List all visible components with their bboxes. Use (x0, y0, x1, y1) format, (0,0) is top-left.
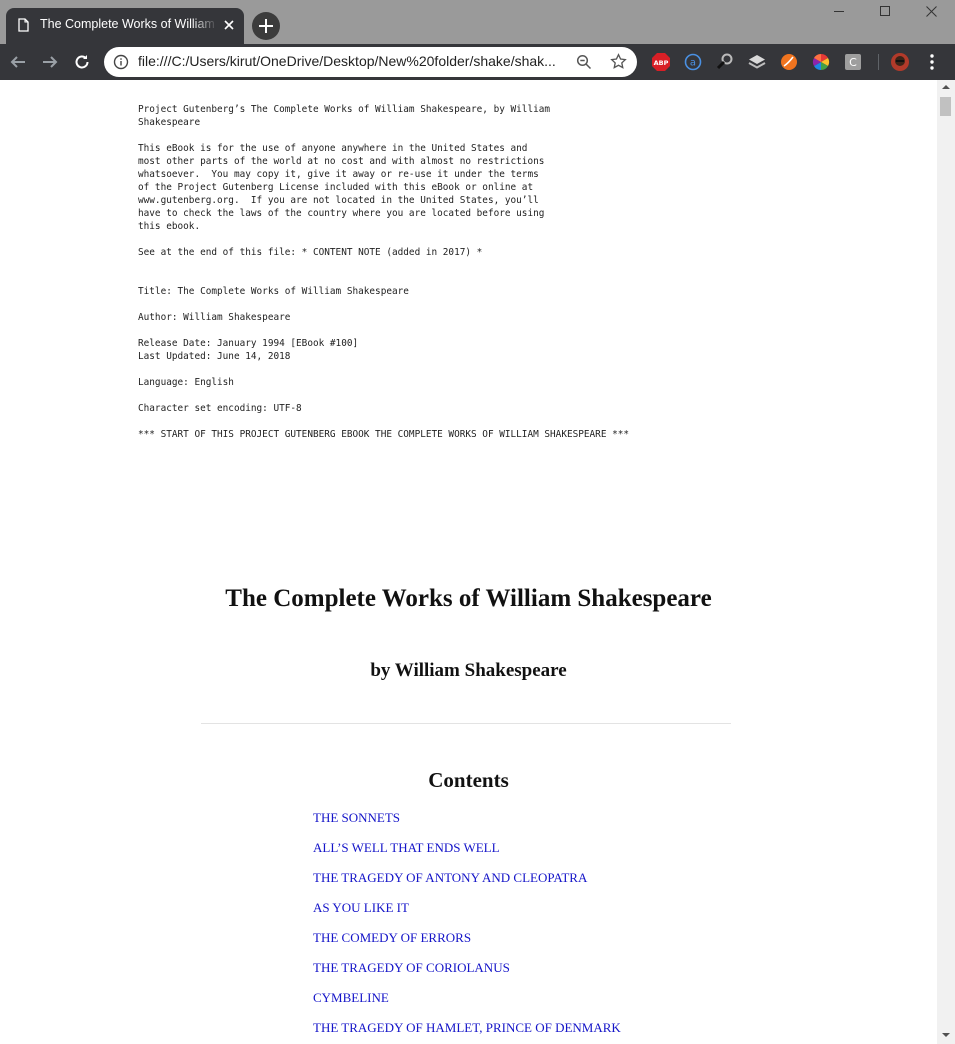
scrollbar-thumb[interactable] (940, 97, 951, 116)
book-byline: by William Shakespeare (370, 660, 567, 681)
info-icon[interactable] (113, 54, 129, 70)
plus-icon (259, 19, 273, 33)
abp-label: ABP (654, 59, 669, 67)
contents-item: THE SONNETS (313, 807, 621, 837)
header-text-line: Release Date: January 1994 [EBook #100] (138, 338, 359, 349)
tab-title: The Complete Works of William Shakespear… (40, 17, 218, 31)
vertical-scrollbar[interactable] (937, 80, 955, 1044)
document-icon (18, 18, 29, 32)
contents-link[interactable]: THE TRAGEDY OF CORIOLANUS (313, 960, 510, 975)
contents-list: THE SONNETS ALL’S WELL THAT ENDS WELL TH… (313, 807, 621, 1044)
close-icon (926, 6, 937, 17)
contents-item: THE TRAGEDY OF ANTONY AND CLEOPATRA (313, 867, 621, 897)
header-text-line: This eBook is for the use of anyone anyw… (138, 143, 528, 154)
toolbar-divider (878, 54, 879, 70)
new-tab-button[interactable] (252, 12, 280, 40)
reload-button[interactable] (70, 50, 94, 74)
zoom-icon[interactable] (576, 54, 592, 70)
minimize-button[interactable] (816, 0, 862, 24)
header-text-line: Author: William Shakespeare (138, 312, 291, 323)
color-wheel-extension-icon[interactable] (811, 52, 831, 72)
header-text-line: this ebook. (138, 221, 201, 232)
contents-link[interactable]: ALL’S WELL THAT ENDS WELL (313, 840, 500, 855)
contents-link[interactable]: THE SONNETS (313, 810, 400, 825)
arrow-left-icon (10, 56, 25, 68)
horizontal-rule (201, 723, 731, 724)
contents-link[interactable]: THE TRAGEDY OF HAMLET, PRINCE OF DENMARK (313, 1020, 621, 1035)
back-button[interactable] (6, 50, 30, 74)
title-bar: The Complete Works of William Shakespear… (0, 0, 955, 44)
arrow-right-icon (43, 56, 58, 68)
header-text-line: Project Gutenberg’s The Complete Works o… (138, 104, 551, 115)
header-text-line: See at the end of this file: * CONTENT N… (138, 247, 483, 258)
orange-circle-extension-icon[interactable] (779, 52, 799, 72)
contents-item: AS YOU LIKE IT (313, 897, 621, 927)
header-text-line: Language: English (138, 377, 234, 388)
contents-link[interactable]: THE COMEDY OF ERRORS (313, 930, 471, 945)
address-bar[interactable]: file:///C:/Users/kirut/OneDrive/Desktop/… (104, 47, 637, 77)
maximize-icon (880, 6, 890, 16)
minimize-icon (834, 11, 844, 12)
contents-heading: Contents (428, 768, 509, 792)
a-circle-label: a (690, 58, 696, 69)
contents-item: THE TRAGEDY OF HAMLET, PRINCE OF DENMARK (313, 1017, 621, 1044)
adblock-plus-icon[interactable]: ABP (651, 52, 671, 72)
forward-button[interactable] (38, 50, 62, 74)
url-text[interactable]: file:///C:/Users/kirut/OneDrive/Desktop/… (138, 53, 568, 71)
header-text-line: of the Project Gutenberg License include… (138, 182, 534, 193)
browser-toolbar: file:///C:/Users/kirut/OneDrive/Desktop/… (0, 44, 955, 80)
contents-link[interactable]: CYMBELINE (313, 990, 389, 1005)
contents-link[interactable]: THE TRAGEDY OF ANTONY AND CLEOPATRA (313, 870, 587, 885)
page-content: Project Gutenberg’s The Complete Works o… (0, 80, 937, 1044)
header-text-line: www.gutenberg.org. If you are not locate… (138, 195, 539, 206)
header-text-line: Last Updated: June 14, 2018 (138, 351, 291, 362)
book-title: The Complete Works of William Shakespear… (225, 585, 712, 612)
scroll-up-arrow-icon[interactable] (937, 80, 955, 94)
contents-item: THE COMEDY OF ERRORS (313, 927, 621, 957)
browser-tab[interactable]: The Complete Works of William Shakespear… (6, 8, 244, 44)
header-text-line: have to check the laws of the country wh… (138, 208, 545, 219)
maximize-button[interactable] (862, 0, 908, 24)
contents-item: ALL’S WELL THAT ENDS WELL (313, 837, 621, 867)
contents-link[interactable]: AS YOU LIKE IT (313, 900, 409, 915)
header-text-line: *** START OF THIS PROJECT GUTENBERG EBOO… (138, 429, 630, 440)
contents-item: CYMBELINE (313, 987, 621, 1017)
header-text-line: most other parts of the world at no cost… (138, 156, 545, 167)
more-menu-icon[interactable] (922, 52, 942, 72)
c-square-extension-icon[interactable]: C (843, 52, 863, 72)
c-square-label: C (849, 56, 857, 69)
reload-icon (75, 55, 89, 69)
layers-extension-icon[interactable] (747, 52, 767, 72)
profile-avatar[interactable] (890, 52, 910, 72)
header-text-line: Shakespeare (138, 117, 201, 128)
header-text-line: whatsoever. You may copy it, give it awa… (138, 169, 539, 180)
a-circle-icon[interactable]: a (683, 52, 703, 72)
tab-close-icon[interactable] (222, 18, 236, 32)
header-text-line: Character set encoding: UTF-8 (138, 403, 302, 414)
close-window-button[interactable] (908, 0, 954, 24)
scroll-down-arrow-icon[interactable] (937, 1028, 955, 1042)
contents-item: THE TRAGEDY OF CORIOLANUS (313, 957, 621, 987)
header-text-line: Title: The Complete Works of William Sha… (138, 286, 409, 297)
star-bookmark-icon[interactable] (610, 53, 627, 70)
magnifier-extension-icon[interactable] (715, 52, 735, 72)
gutenberg-header-text: Project Gutenberg’s The Complete Works o… (138, 103, 698, 441)
